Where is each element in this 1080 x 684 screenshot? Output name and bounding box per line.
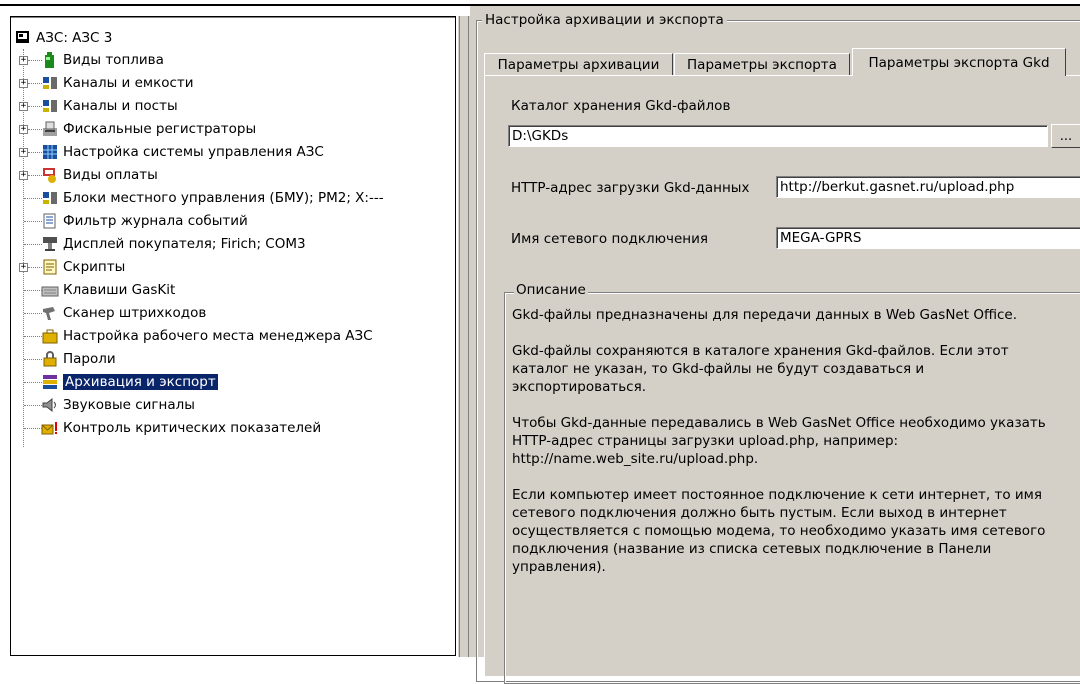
tab-archiving-params[interactable]: Параметры архивации [484, 53, 673, 75]
tree-item-label: Каналы и емкости [63, 75, 194, 91]
tree-item-local-control-units[interactable]: Блоки местного управления (БМУ); PM2; X:… [41, 187, 384, 209]
tree-item-sound-signals[interactable]: Звуковые сигналы [41, 394, 195, 416]
tree-item-label: Пароли [63, 351, 116, 367]
description-text: Gkd-файлы предназначены для передачи дан… [512, 306, 1052, 594]
display-icon [41, 235, 59, 253]
tree-item-label: Настройка рабочего места менеджера АЗС [63, 328, 373, 344]
tree-item-control-system[interactable]: Настройка системы управления АЗС [41, 141, 324, 163]
channels-icon [41, 97, 59, 115]
tree-item-label: Блоки местного управления (БМУ); PM2; X:… [63, 190, 384, 206]
tree-item-label: Звуковые сигналы [63, 397, 195, 413]
tree-item-passwords[interactable]: Пароли [41, 348, 116, 370]
settings-panel: Настройка архивации и экспорта Параметры… [470, 6, 1080, 684]
catalog-label: Каталог хранения Gkd-файлов [511, 98, 731, 114]
description-paragraph: Gkd-файлы предназначены для передачи дан… [512, 307, 1018, 323]
keyboard-icon [41, 281, 59, 299]
expand-toggle-1[interactable]: + [19, 79, 28, 88]
tree-item-label: Виды топлива [63, 52, 164, 68]
description-paragraph: Gkd-файлы сохраняются в каталоге хранени… [512, 343, 1009, 395]
tree-item-label: Фискальные регистраторы [63, 121, 257, 137]
channels-icon [41, 74, 59, 92]
tree-item-label: Фильтр журнала событий [63, 213, 248, 229]
payment-icon [41, 166, 59, 184]
tree-item-manager-workplace[interactable]: Настройка рабочего места менеджера АЗС [41, 325, 373, 347]
tree-item-label: Виды оплаты [63, 167, 158, 183]
description-paragraph: Чтобы Gkd-данные передавались в Web GasN… [512, 415, 1046, 467]
http-url-input[interactable]: http://berkut.gasnet.ru/upload.php [776, 176, 1080, 198]
http-label: HTTP-адрес загрузки Gkd-данных [511, 180, 750, 196]
tree-item-fiscal-registers[interactable]: Фискальные регистраторы [41, 118, 256, 140]
scanner-icon [41, 304, 59, 322]
expand-toggle-4[interactable]: + [19, 148, 28, 157]
settings-tree[interactable]: АЗС: АЗС 3 + Виды топлива + Каналы и емк… [10, 16, 456, 656]
register-icon [41, 120, 59, 138]
expand-toggle-3[interactable]: + [19, 125, 28, 134]
tree-item-event-filter[interactable]: Фильтр журнала событий [41, 210, 248, 232]
expand-toggle-2[interactable]: + [19, 102, 28, 111]
tree-item-gaskit-keys[interactable]: Клавиши GasKit [41, 279, 175, 301]
script-icon [41, 258, 59, 276]
tree-item-label: Каналы и посты [63, 98, 178, 114]
group-title: Настройка архивации и экспорта [482, 12, 727, 28]
tab-export-params[interactable]: Параметры экспорта [674, 53, 850, 75]
tree-item-label: Сканер штрихкодов [63, 305, 207, 321]
tree-root-label: АЗС: АЗС 3 [36, 30, 113, 46]
tree-item-channels-posts[interactable]: Каналы и посты [41, 95, 178, 117]
connection-name-input[interactable]: MEGA-GPRS [776, 227, 1080, 249]
fuel-icon [41, 51, 59, 69]
tree-item-label: Клавиши GasKit [63, 282, 176, 298]
lock-icon [41, 350, 59, 368]
tree-item-label: Архивация и экспорт [63, 374, 218, 390]
expand-toggle-9[interactable]: + [19, 263, 28, 272]
tree-item-customer-display[interactable]: Дисплей покупателя; Firich; COM3 [41, 233, 306, 255]
expand-toggle-5[interactable]: + [19, 171, 28, 180]
catalog-path-input[interactable]: D:\GKDs [508, 125, 1048, 147]
alert-icon [41, 419, 59, 437]
tree-item-scripts[interactable]: Скрипты [41, 256, 125, 278]
tree-item-label: Контроль критических показателей [63, 420, 322, 436]
description-title: Описание [514, 282, 588, 298]
panel-splitter[interactable] [458, 16, 470, 657]
tree-item-label: Дисплей покупателя; Firich; COM3 [63, 236, 306, 252]
tree-item-label: Настройка системы управления АЗС [63, 144, 324, 160]
tree-item-barcode-scanner[interactable]: Сканер штрихкодов [41, 302, 206, 324]
tree-item-label: Скрипты [63, 259, 126, 275]
tab-gkd-export-params[interactable]: Параметры экспорта Gkd [852, 48, 1066, 76]
tree-item-critical-control[interactable]: Контроль критических показателей [41, 417, 321, 439]
browse-folder-button[interactable]: ... [1051, 124, 1080, 148]
tree-item-payment-types[interactable]: Виды оплаты [41, 164, 158, 186]
station-icon [14, 29, 32, 47]
tree-item-channels-tanks[interactable]: Каналы и емкости [41, 72, 194, 94]
filter-icon [41, 212, 59, 230]
description-paragraph: Если компьютер имеет постоянное подключе… [512, 487, 1046, 575]
archive-icon [41, 373, 59, 391]
expand-toggle-0[interactable]: + [19, 56, 28, 65]
grid-icon [41, 143, 59, 161]
tree-item-fuel-types[interactable]: Виды топлива [41, 49, 164, 71]
briefcase-icon [41, 327, 59, 345]
tree-item-archiving-export[interactable]: Архивация и экспорт [41, 371, 218, 393]
connection-label: Имя сетевого подключения [511, 231, 709, 247]
tree-root[interactable]: АЗС: АЗС 3 [14, 27, 112, 49]
channels-icon [41, 189, 59, 207]
speaker-icon [41, 396, 59, 414]
